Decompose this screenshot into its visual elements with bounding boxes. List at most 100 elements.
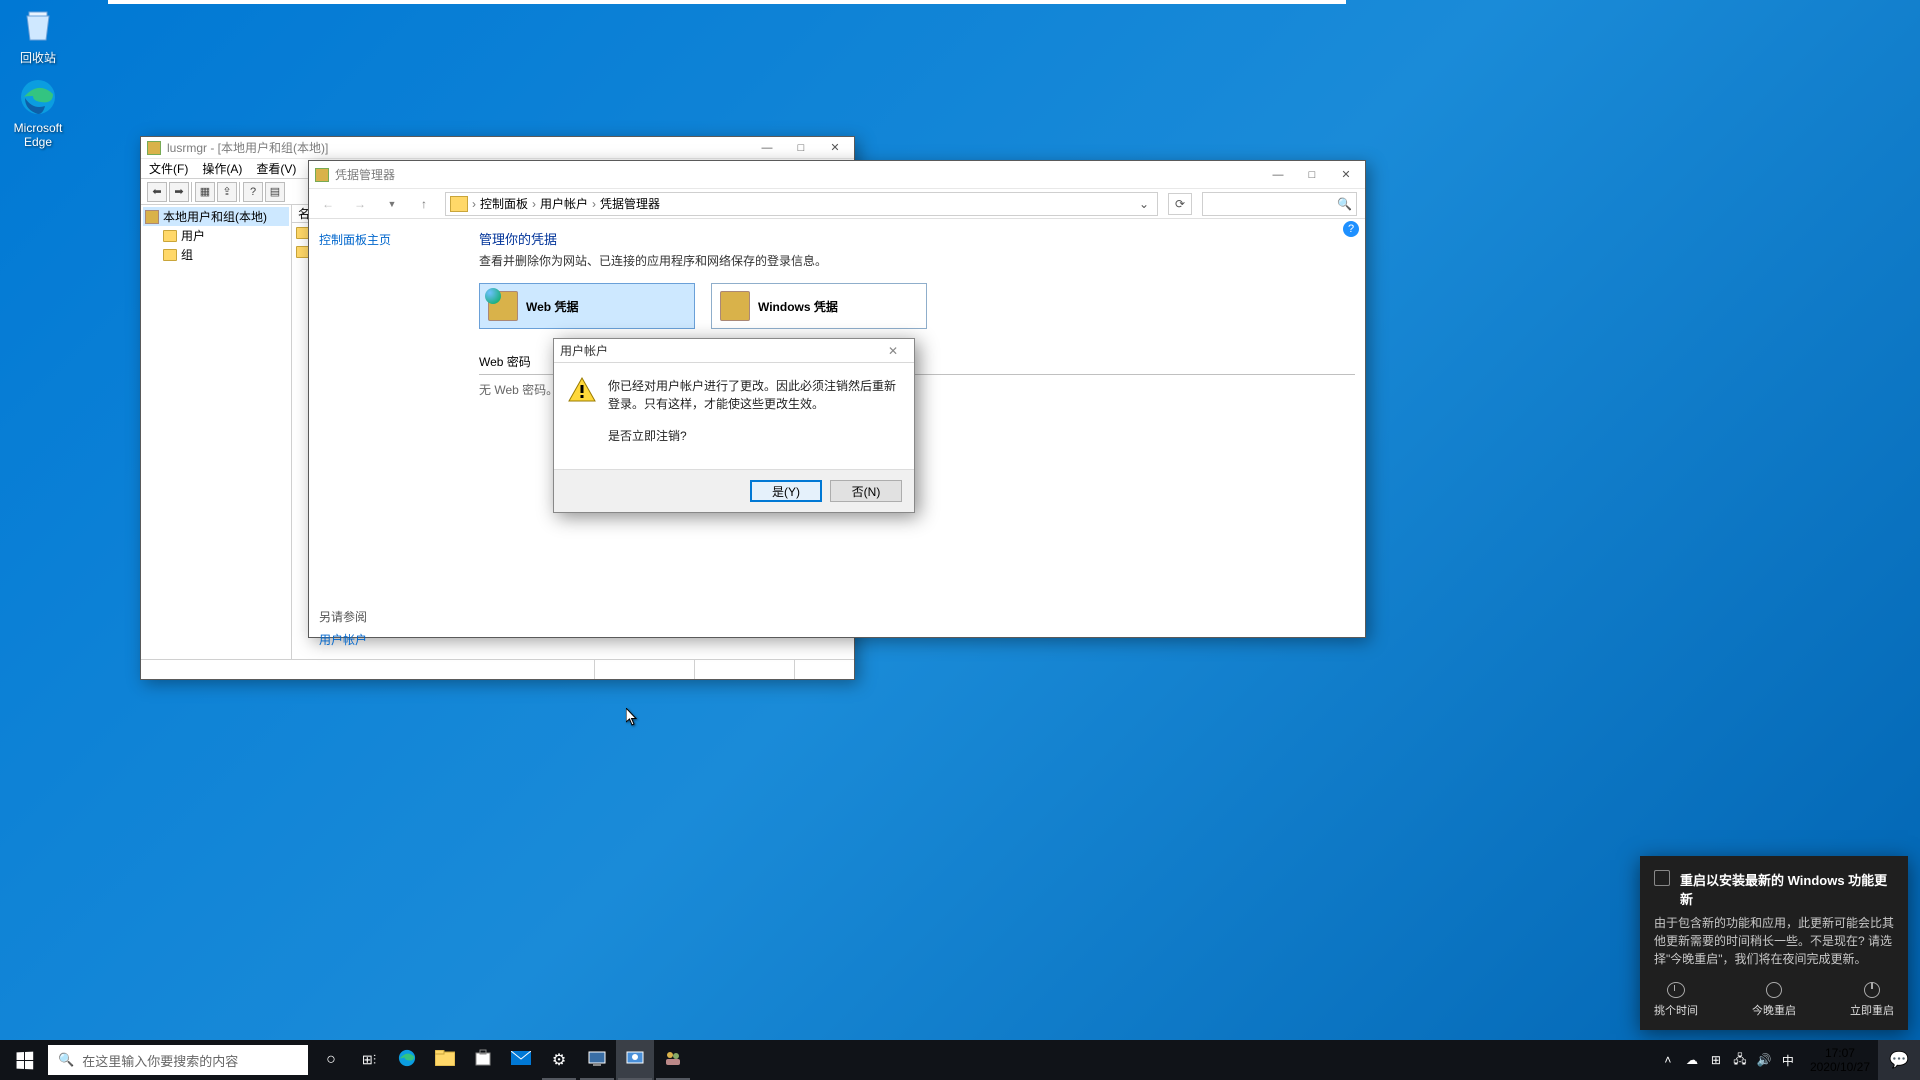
tree-root-icon [145, 210, 159, 224]
taskbar-lusrmgr[interactable] [654, 1040, 692, 1080]
cred-icon [315, 168, 329, 182]
tray-volume-icon[interactable]: 🔊 [1756, 1052, 1772, 1068]
taskbar-mail[interactable] [502, 1040, 540, 1080]
tray-overflow-icon[interactable]: ˄ [1660, 1052, 1676, 1068]
cred-addressbar-row: ← → ▼ ↑ › 控制面板 › 用户帐户 › 凭据管理器 ⌄ ⟳ 🔍 [309, 189, 1365, 219]
crumb-cred-manager[interactable]: 凭据管理器 [600, 195, 660, 212]
minimize-button[interactable]: — [1261, 165, 1295, 185]
address-bar[interactable]: › 控制面板 › 用户帐户 › 凭据管理器 ⌄ [445, 192, 1158, 216]
lusrmgr-title: lusrmgr - [本地用户和组(本地)] [167, 139, 328, 156]
toast-title: 重启以安装最新的 Windows 功能更新 [1680, 870, 1894, 908]
tree-root[interactable]: 本地用户和组(本地) [143, 207, 289, 226]
link-user-accounts[interactable]: 用户帐户 [319, 631, 459, 648]
clock-icon [1667, 982, 1685, 998]
taskbar-control-panel[interactable] [616, 1040, 654, 1080]
tile-windows-credentials[interactable]: Windows 凭据 [711, 283, 927, 329]
search-icon: 🔍 [58, 1052, 74, 1068]
desktop-edge-label: Microsoft Edge [0, 121, 76, 149]
taskbar-pctools[interactable] [578, 1040, 616, 1080]
action-center-button[interactable]: 💬 [1878, 1040, 1920, 1080]
tb-sep [191, 182, 193, 202]
tb-back-icon[interactable]: ⬅ [147, 182, 167, 202]
tray-security-icon[interactable]: ⊞ [1708, 1052, 1724, 1068]
windows-credentials-icon [720, 291, 750, 321]
nav-up-icon[interactable]: ↑ [413, 193, 435, 215]
tb-help-icon[interactable]: ? [243, 182, 263, 202]
taskbar-explorer[interactable] [426, 1040, 464, 1080]
taskbar-taskview[interactable]: ⊞⫶ [350, 1040, 388, 1080]
taskbar-edge[interactable] [388, 1040, 426, 1080]
tb-export-icon[interactable]: ⇪ [217, 182, 237, 202]
taskbar-settings[interactable]: ⚙ [540, 1040, 578, 1080]
recycle-bin-icon [17, 4, 59, 46]
lusrmgr-icon [664, 1049, 682, 1072]
folder-icon [450, 196, 468, 212]
desktop-edge[interactable]: Microsoft Edge [0, 76, 76, 149]
web-credentials-icon [488, 291, 518, 321]
no-button[interactable]: 否(N) [830, 480, 902, 502]
close-button[interactable]: ✕ [1329, 165, 1363, 185]
toast-act1-label: 挑个时间 [1654, 1002, 1698, 1018]
dialog-question: 是否立即注销? [608, 427, 900, 445]
windows-update-toast[interactable]: 重启以安装最新的 Windows 功能更新 由于包含新的功能和应用，此更新可能会… [1640, 856, 1908, 1030]
search-input[interactable]: 🔍 [1202, 192, 1357, 216]
refresh-button[interactable]: ⟳ [1168, 193, 1192, 215]
search-icon: 🔍 [1337, 197, 1352, 211]
close-button[interactable]: ✕ [818, 138, 852, 158]
search-placeholder: 在这里输入你要搜索的内容 [82, 1051, 238, 1070]
tb-fwd-icon[interactable]: ➡ [169, 182, 189, 202]
tb-tiles-icon[interactable]: ▤ [265, 182, 285, 202]
taskview-icon: ⊞⫶ [362, 1052, 376, 1068]
update-icon [1654, 870, 1670, 886]
control-panel-icon [626, 1049, 644, 1072]
folder-icon [163, 230, 177, 242]
tile-win-label: Windows 凭据 [758, 298, 838, 315]
minimize-button[interactable]: — [750, 138, 784, 158]
maximize-button[interactable]: □ [784, 138, 818, 158]
dialog-titlebar[interactable]: 用户帐户 ✕ [554, 339, 914, 363]
folder-icon [163, 249, 177, 261]
system-tray: ˄ ☁ ⊞ 🖧 🔊 中 [1654, 1052, 1802, 1068]
yes-button[interactable]: 是(Y) [750, 480, 822, 502]
tree-users[interactable]: 用户 [143, 226, 289, 245]
cred-titlebar[interactable]: 凭据管理器 — □ ✕ [309, 161, 1365, 189]
tile-web-credentials[interactable]: Web 凭据 [479, 283, 695, 329]
tb-grid-icon[interactable]: ▦ [195, 182, 215, 202]
dialog-close-button[interactable]: ✕ [878, 342, 908, 360]
taskbar-search[interactable]: 🔍 在这里输入你要搜索的内容 [48, 1045, 308, 1075]
menu-view[interactable]: 查看(V) [256, 160, 296, 177]
crumb-user-accounts[interactable]: 用户帐户 [540, 195, 588, 212]
start-button[interactable] [0, 1040, 48, 1080]
windows-logo-icon [16, 1051, 33, 1069]
crumb-control-panel[interactable]: 控制面板 [480, 195, 528, 212]
address-dropdown-icon[interactable]: ⌄ [1135, 193, 1153, 215]
cred-title: 凭据管理器 [335, 166, 395, 183]
help-icon[interactable]: ? [1343, 221, 1359, 237]
desktop-recycle-bin[interactable]: 回收站 [0, 4, 76, 66]
taskbar-clock[interactable]: 17:07 2020/10/27 [1802, 1046, 1878, 1075]
toast-restart-tonight[interactable]: 今晚重启 [1752, 982, 1796, 1018]
menu-action[interactable]: 操作(A) [202, 160, 242, 177]
toast-restart-now[interactable]: 立即重启 [1850, 982, 1894, 1018]
chevron-right-icon: › [472, 197, 476, 211]
notification-icon: 💬 [1889, 1050, 1909, 1070]
menu-file[interactable]: 文件(F) [149, 160, 188, 177]
tree-groups[interactable]: 组 [143, 245, 289, 264]
link-control-panel-home[interactable]: 控制面板主页 [319, 231, 459, 248]
tray-network-icon[interactable]: 🖧 [1732, 1052, 1748, 1068]
maximize-button[interactable]: □ [1295, 165, 1329, 185]
cred-sidebar: 控制面板主页 另请参阅 用户帐户 [309, 219, 469, 637]
tray-ime-icon[interactable]: 中 [1780, 1052, 1796, 1068]
toast-body: 由于包含新的功能和应用，此更新可能会比其他更新需要的时间稍长一些。不是现在? 请… [1654, 914, 1894, 968]
taskbar-store[interactable] [464, 1040, 502, 1080]
clock-time: 17:07 [1810, 1046, 1870, 1060]
taskbar-cortana[interactable]: ○ [312, 1040, 350, 1080]
tree-users-label: 用户 [181, 227, 205, 244]
desktop-recycle-label: 回收站 [0, 49, 76, 66]
toast-pick-time[interactable]: 挑个时间 [1654, 982, 1698, 1018]
nav-recent-icon[interactable]: ▼ [381, 193, 403, 215]
toast-act2-label: 今晚重启 [1752, 1002, 1796, 1018]
user-account-dialog: 用户帐户 ✕ 你已经对用户帐户进行了更改。因此必须注销然后重新登录。只有这样，才… [553, 338, 915, 513]
tray-onedrive-icon[interactable]: ☁ [1684, 1052, 1700, 1068]
lusrmgr-titlebar[interactable]: lusrmgr - [本地用户和组(本地)] — □ ✕ [141, 137, 854, 159]
